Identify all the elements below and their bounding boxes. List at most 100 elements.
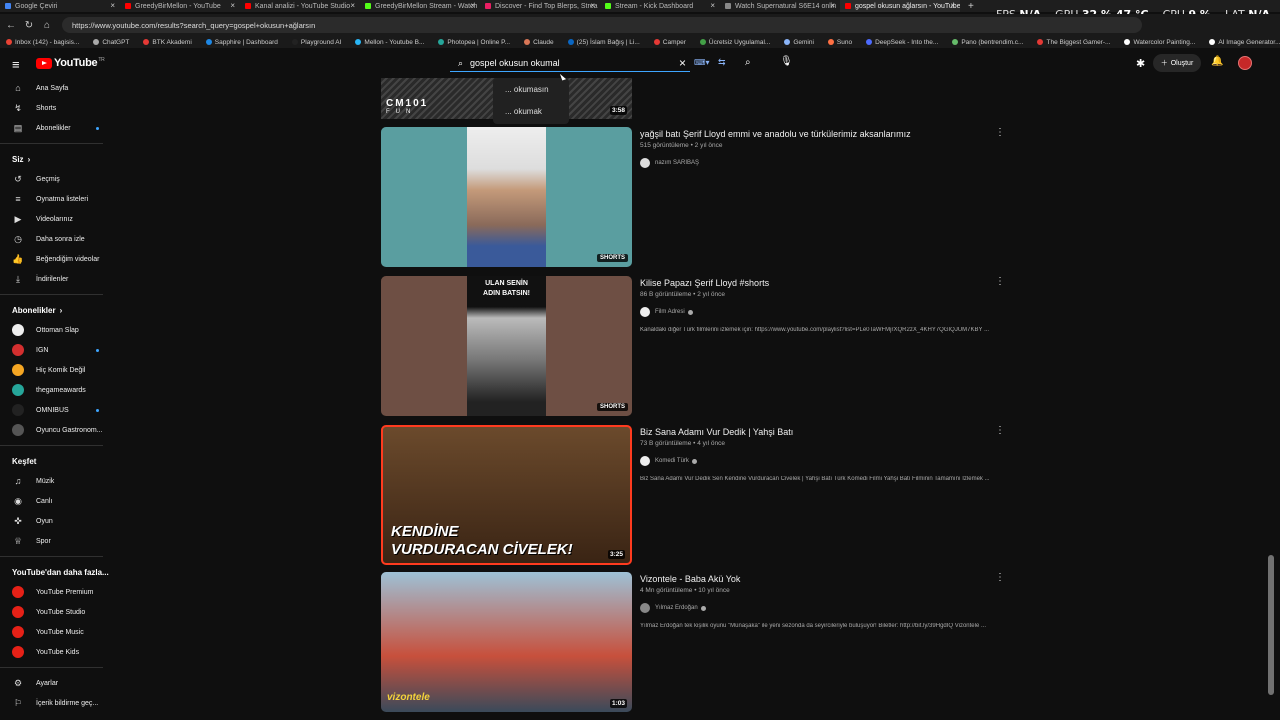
close-tab-icon[interactable]: × [950, 1, 955, 10]
sidebar-item[interactable]: ≡ Oynatma listeleri [0, 189, 115, 209]
video-thumbnail[interactable]: ULAN SENİN ADIN BATSIN! SHORTS [381, 276, 632, 416]
sidebar-item[interactable]: ⚐ İçerik bildirme geç... [0, 693, 115, 713]
close-tab-icon[interactable]: × [830, 1, 835, 10]
channel-link[interactable]: Komedi Türk [640, 456, 1000, 466]
sidebar-item[interactable]: YouTube Kids [0, 642, 115, 662]
url-field[interactable]: https://www.youtube.com/results?search_q… [62, 17, 1142, 33]
sidebar-section-header[interactable]: Keşfet [0, 451, 115, 471]
video-result[interactable]: vizontele 1:03 Vizontele - Baba Akü Yok 4 M… [381, 572, 1021, 712]
close-tab-icon[interactable]: × [590, 1, 595, 10]
sidebar-item[interactable]: 👍 Beğendiğim videolar [0, 249, 115, 269]
sidebar-item[interactable]: ↯ Shorts [0, 98, 115, 118]
sidebar-item[interactable]: YouTube Music [0, 622, 115, 642]
reload-icon[interactable]: ↻ [22, 20, 36, 31]
sidebar-item[interactable]: ♫ Müzik [0, 471, 115, 491]
browser-tab[interactable]: Discover - Find Top Blerps, Strea × [480, 0, 600, 12]
avatar[interactable] [1238, 56, 1252, 70]
video-title[interactable]: yağşil batı Şerif Lloyd emmi ve anadolu … [640, 129, 1000, 140]
notifications-icon[interactable]: 🔔 [1211, 56, 1223, 67]
sidebar-item[interactable]: ⤓ İndirilenler [0, 269, 115, 289]
browser-tab[interactable]: Kanal analizi - YouTube Studio × [240, 0, 360, 12]
bookmark-item[interactable]: (25) İslam Bağış | Li... [567, 39, 640, 46]
sidebar-item[interactable]: ▤ Abonelikler [0, 118, 115, 138]
sidebar-item[interactable]: thegameawards [0, 380, 115, 400]
bookmark-item[interactable]: ChatGPT [93, 39, 129, 46]
more-options-icon[interactable]: ⋮ [995, 127, 1005, 138]
sidebar-section-header[interactable]: Siz › [0, 149, 115, 169]
bookmark-item[interactable]: Playground AI [291, 39, 341, 46]
bookmark-item[interactable]: Photopea | Online P... [438, 39, 510, 46]
sidebar-item[interactable]: YouTube Studio [0, 602, 115, 622]
back-icon[interactable]: ← [4, 20, 18, 31]
close-tab-icon[interactable]: × [230, 1, 235, 10]
bookmark-item[interactable]: Inbox (142) - bagisis... [6, 39, 79, 46]
sidebar-item[interactable]: OMNIBUS [0, 400, 115, 420]
cast-icon[interactable]: ✱ [1136, 57, 1145, 70]
sidebar-item[interactable]: ⚙ Ayarlar [0, 673, 115, 693]
search-input[interactable]: ⌕ gospel okusun okumal × [450, 55, 690, 72]
video-title[interactable]: Kilise Papazı Şerif Lloyd #shorts [640, 278, 1000, 289]
sidebar-item[interactable]: ▶ Videolarınız [0, 209, 115, 229]
browser-tab[interactable]: GreedyBirMellon - YouTube × [120, 0, 240, 12]
sidebar-item[interactable]: ↺ Geçmiş [0, 169, 115, 189]
video-result[interactable]: SHORTS yağşil batı Şerif Lloyd emmi ve an… [381, 127, 1021, 267]
bookmark-item[interactable]: BTK Akademi [143, 39, 192, 46]
home-icon[interactable]: ⌂ [40, 20, 54, 31]
search-button[interactable]: ⌕ [745, 57, 751, 68]
sidebar-item[interactable]: ◉ Canlı [0, 491, 115, 511]
channel-link[interactable]: Film Adresi [640, 307, 1000, 317]
bookmark-item[interactable]: Sapphire | Dashboard [205, 39, 278, 46]
sidebar-item[interactable]: ✜ Oyun [0, 511, 115, 531]
keyboard-icon[interactable]: ⌨▾ [694, 58, 710, 67]
sidebar-section-header[interactable]: Abonelikler › [0, 300, 115, 320]
search-suggestion[interactable]: ... okumasın [493, 78, 569, 100]
sidebar-item[interactable]: Oyuncu Gastronom... [0, 420, 115, 440]
more-options-icon[interactable]: ⋮ [995, 572, 1005, 583]
channel-link[interactable]: nazım SARIBAŞ [640, 158, 1000, 168]
sidebar-item[interactable]: Hiç Komik Değil [0, 360, 115, 380]
sidebar-section-header[interactable]: YouTube'dan daha fazla... [0, 562, 115, 582]
youtube-logo[interactable]: YouTube TR [36, 57, 105, 69]
sidebar-item[interactable]: YouTube Premium [0, 582, 115, 602]
bookmark-item[interactable]: The Biggest Gamer-... [1037, 39, 1110, 46]
bookmark-item[interactable]: DeepSeek - Into the... [866, 39, 938, 46]
video-title[interactable]: Vizontele - Baba Akü Yok [640, 574, 1000, 585]
microphone-icon[interactable]: 🎙 [780, 56, 793, 67]
video-thumbnail[interactable]: vizontele 1:03 [381, 572, 632, 712]
bookmark-item[interactable]: Camper [653, 39, 686, 46]
sidebar-item[interactable]: ⌂ Ana Sayfa [0, 78, 115, 98]
video-result[interactable]: ULAN SENİN ADIN BATSIN! SHORTS Kilise Papaz… [381, 276, 1021, 416]
create-button[interactable]: ＋ Oluştur [1153, 54, 1201, 72]
close-tab-icon[interactable]: × [110, 1, 115, 10]
video-result[interactable]: KENDİNE VURDURACAN CİVELEK! 3:25 Biz Sana A… [381, 425, 1021, 565]
bookmark-item[interactable]: Pano (bentrendim.c... [952, 39, 1023, 46]
sidebar-item[interactable]: ◷ Daha sonra izle [0, 229, 115, 249]
bookmark-item[interactable]: Gemini [784, 39, 814, 46]
sidebar-item[interactable]: IGN [0, 340, 115, 360]
translate-icon[interactable]: ⇆ [718, 57, 726, 68]
bookmark-item[interactable]: AI Image Generator... [1209, 39, 1280, 46]
bookmark-item[interactable]: Ücretsiz Uygulamal... [699, 39, 770, 46]
close-tab-icon[interactable]: × [350, 1, 355, 10]
new-tab-button[interactable]: + [968, 1, 974, 12]
more-options-icon[interactable]: ⋮ [995, 425, 1005, 436]
scrollbar[interactable] [1268, 555, 1274, 695]
browser-tab[interactable]: gospel okusun ağlarsın - YouTube × [840, 0, 960, 12]
browser-tab[interactable]: Watch Supernatural S6E14 onlin × [720, 0, 840, 12]
browser-tab[interactable]: Google Çeviri × [0, 0, 120, 12]
search-suggestion[interactable]: ... okumak [493, 100, 569, 122]
bookmark-item[interactable]: Watercolor Painting... [1124, 39, 1195, 46]
bookmark-item[interactable]: Mellon - Youtube B... [355, 39, 424, 46]
sidebar-item[interactable]: ♕ Spor [0, 531, 115, 551]
clear-search-icon[interactable]: × [679, 56, 686, 70]
sidebar-item[interactable]: Ottoman Slap [0, 320, 115, 340]
channel-link[interactable]: Yılmaz Erdoğan [640, 603, 1000, 613]
menu-icon[interactable]: ≡ [12, 57, 20, 72]
video-thumbnail[interactable]: SHORTS [381, 127, 632, 267]
close-tab-icon[interactable]: × [710, 1, 715, 10]
browser-tab[interactable]: Stream - Kick Dashboard × [600, 0, 720, 12]
bookmark-item[interactable]: Suno [827, 39, 852, 46]
bookmark-item[interactable]: Claude [524, 39, 554, 46]
video-title[interactable]: Biz Sana Adamı Vur Dedik | Yahşi Batı [640, 427, 1000, 438]
video-thumbnail[interactable]: KENDİNE VURDURACAN CİVELEK! 3:25 [381, 425, 632, 565]
